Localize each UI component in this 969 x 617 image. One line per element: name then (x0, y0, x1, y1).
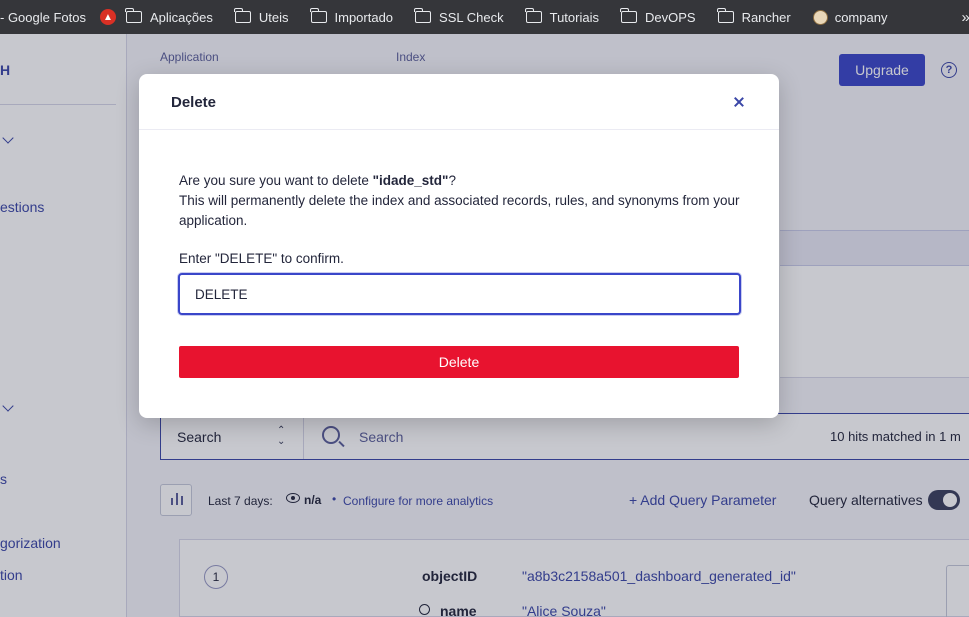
folder-icon (125, 8, 142, 23)
bookmark-importado[interactable]: Importado (309, 8, 393, 25)
bookmark-ssl-check[interactable]: SSL Check (414, 8, 504, 25)
folder-icon (234, 8, 251, 23)
avatar-icon (812, 9, 828, 25)
warning-text: This will permanently delete the index a… (179, 193, 740, 228)
bookmark-aplicacoes[interactable]: ▲ Aplicações (100, 8, 213, 25)
more-bookmarks-icon[interactable]: » (961, 9, 969, 26)
question-suffix: ? (448, 173, 456, 188)
adobe-icon: ▲ (100, 9, 116, 25)
index-name: "idade_std" (372, 173, 449, 188)
bookmarks-bar: - Google Fotos ▲ Aplicações Uteis Importa… (0, 0, 969, 34)
folder-icon (716, 8, 734, 23)
folder-icon (309, 8, 327, 23)
folder-icon (525, 8, 542, 23)
bookmark-company[interactable]: company (812, 9, 887, 25)
dialog-message: Are you sure you want to delete "idade_s… (179, 171, 747, 231)
bookmark-uteis[interactable]: Uteis (234, 8, 289, 25)
folder-icon (414, 8, 432, 23)
question-prefix: Are you sure you want to delete (179, 173, 373, 188)
confirm-delete-input[interactable] (178, 273, 741, 315)
bookmark-tutoriais[interactable]: Tutoriais (525, 8, 599, 25)
dialog-header: Delete (139, 74, 779, 130)
close-icon[interactable] (731, 94, 747, 110)
bookmark-devops[interactable]: DevOPS (620, 8, 696, 25)
bookmark-google-fotos[interactable]: - Google Fotos (0, 10, 86, 25)
delete-button[interactable]: Delete (179, 346, 739, 378)
delete-index-dialog: Delete Are you sure you want to delete "… (139, 74, 779, 418)
confirm-label: Enter "DELETE" to confirm. (179, 251, 344, 266)
dialog-title: Delete (171, 94, 217, 111)
folder-icon (620, 8, 637, 23)
bookmark-rancher[interactable]: Rancher (716, 8, 791, 25)
